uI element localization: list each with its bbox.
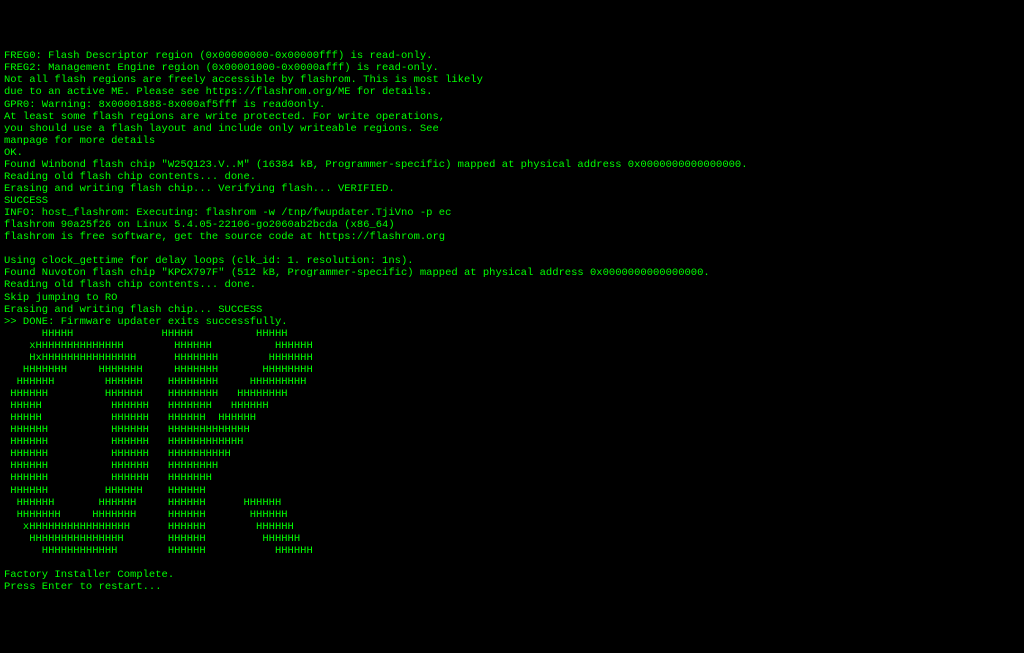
terminal-line: HHHHHHHHHHHHHHH HHHHHH HHHHHH bbox=[4, 533, 1020, 545]
terminal-line: FREG0: Flash Descriptor region (0x000000… bbox=[4, 50, 1020, 62]
terminal-line: HHHHHHH HHHHHHH HHHHHH HHHHHH bbox=[4, 509, 1020, 521]
terminal-line: GPR0: Warning: 8x00001888-8x000af5fff is… bbox=[4, 99, 1020, 111]
terminal-line: HHHHHHHHHHHH HHHHHH HHHHHH bbox=[4, 545, 1020, 557]
terminal-line: OK. bbox=[4, 147, 1020, 159]
terminal-line: Skip jumping to RO bbox=[4, 292, 1020, 304]
terminal-line: xHHHHHHHHHHHHHH HHHHHH HHHHHH bbox=[4, 340, 1020, 352]
terminal-line: HHHHH HHHHH HHHHH bbox=[4, 328, 1020, 340]
terminal-line: HHHHHH HHHHHH HHHHHHH bbox=[4, 472, 1020, 484]
terminal-line: >> DONE: Firmware updater exits successf… bbox=[4, 316, 1020, 328]
terminal-line: HHHHH HHHHHH HHHHHHH HHHHHH bbox=[4, 400, 1020, 412]
terminal-line: HHHHHH HHHHHH HHHHHHHH bbox=[4, 460, 1020, 472]
terminal-line: due to an active ME. Please see https://… bbox=[4, 86, 1020, 98]
terminal-line: Reading old flash chip contents... done. bbox=[4, 279, 1020, 291]
terminal-line: At least some flash regions are write pr… bbox=[4, 111, 1020, 123]
terminal-line: HHHHHH HHHHHH HHHHHHHH HHHHHHHHH bbox=[4, 376, 1020, 388]
terminal-line: HHHHH HHHHHH HHHHHH HHHHHH bbox=[4, 412, 1020, 424]
terminal-line: Factory Installer Complete. bbox=[4, 569, 1020, 581]
terminal-line: you should use a flash layout and includ… bbox=[4, 123, 1020, 135]
terminal-line bbox=[4, 557, 1020, 569]
terminal-line: FREG2: Management Engine region (0x00001… bbox=[4, 62, 1020, 74]
terminal-line: Press Enter to restart... bbox=[4, 581, 1020, 593]
terminal-line: SUCCESS bbox=[4, 195, 1020, 207]
terminal-line: HHHHHH HHHHHH HHHHHHHHHHHHH bbox=[4, 424, 1020, 436]
terminal-line: HHHHHH HHHHHH HHHHHHHHHH bbox=[4, 448, 1020, 460]
terminal-line: INFO: host_flashrom: Executing: flashrom… bbox=[4, 207, 1020, 219]
terminal-line: manpage for more details bbox=[4, 135, 1020, 147]
terminal-line: Erasing and writing flash chip... Verify… bbox=[4, 183, 1020, 195]
terminal-line: HHHHHH HHHHHH HHHHHHHH HHHHHHHH bbox=[4, 388, 1020, 400]
terminal-line: Not all flash regions are freely accessi… bbox=[4, 74, 1020, 86]
terminal-line: flashrom 90a25f26 on Linux 5.4.05-22106-… bbox=[4, 219, 1020, 231]
terminal-line: Reading old flash chip contents... done. bbox=[4, 171, 1020, 183]
terminal-line: xHHHHHHHHHHHHHHHH HHHHHH HHHHHH bbox=[4, 521, 1020, 533]
terminal-line: HHHHHH HHHHHH HHHHHH HHHHHH bbox=[4, 497, 1020, 509]
terminal-line: Erasing and writing flash chip... SUCCES… bbox=[4, 304, 1020, 316]
terminal-line bbox=[4, 243, 1020, 255]
terminal-line: HHHHHH HHHHHH HHHHHHHHHHHH bbox=[4, 436, 1020, 448]
terminal-line: Found Nuvoton flash chip "KPCX797F" (512… bbox=[4, 267, 1020, 279]
terminal-line: HHHHHH HHHHHH HHHHHH bbox=[4, 485, 1020, 497]
terminal-output: FREG0: Flash Descriptor region (0x000000… bbox=[4, 50, 1020, 593]
terminal-line: HxHHHHHHHHHHHHHHH HHHHHHH HHHHHHH bbox=[4, 352, 1020, 364]
terminal-line: flashrom is free software, get the sourc… bbox=[4, 231, 1020, 243]
terminal-line: Using clock_gettime for delay loops (clk… bbox=[4, 255, 1020, 267]
terminal-line: Found Winbond flash chip "W25Q123.V..M" … bbox=[4, 159, 1020, 171]
terminal-line: HHHHHHH HHHHHHH HHHHHHH HHHHHHHH bbox=[4, 364, 1020, 376]
